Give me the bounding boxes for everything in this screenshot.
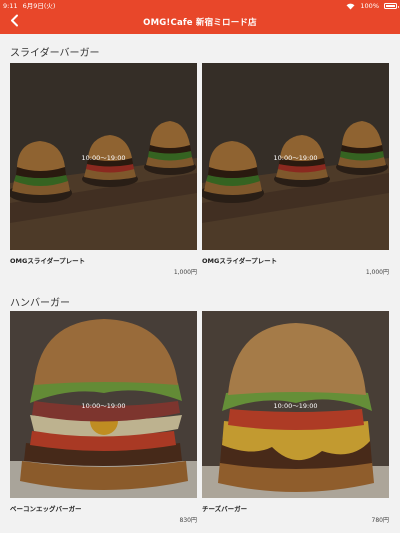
menu-item-price: 830円: [179, 517, 197, 524]
wifi-icon: [346, 3, 355, 10]
status-bar: 9:11 6月9日(火) 100%: [3, 1, 399, 11]
status-time: 9:11: [3, 2, 18, 10]
menu-item-hours: 10:00〜19:00: [273, 401, 318, 410]
menu-item-card[interactable]: 10:00〜19:00 チーズバーガー 780円: [202, 311, 389, 524]
chevron-left-icon: [10, 12, 19, 31]
menu-item-photo[interactable]: 10:00〜19:00: [202, 63, 389, 250]
status-date: 6月9日(火): [22, 2, 56, 10]
back-button[interactable]: [6, 13, 22, 30]
menu-item-hours: 10:00〜19:00: [81, 401, 126, 410]
battery-icon: [384, 3, 399, 9]
menu-item-card[interactable]: 10:00〜19:00 OMGスライダープレート 1,000円: [202, 63, 389, 276]
section-title-slider: スライダーバーガー: [10, 48, 100, 59]
menu-item-name: ベーコンエッグバーガー: [10, 505, 82, 513]
menu-item-price: 1,000円: [173, 269, 197, 276]
battery-percent: 100%: [360, 2, 379, 10]
menu-item-photo[interactable]: 10:00〜19:00: [10, 311, 197, 498]
menu-item-photo[interactable]: 10:00〜19:00: [10, 63, 197, 250]
menu-item-name: OMGスライダープレート: [202, 257, 278, 265]
nav-bar: OMG!Cafe 新宿ミロード店: [0, 11, 400, 32]
menu-item-hours: 10:00〜19:00: [273, 153, 318, 162]
menu-item-name: チーズバーガー: [202, 505, 248, 513]
app-header: 9:11 6月9日(火) 100% OMG!Cafe 新宿ミロード店: [0, 0, 400, 34]
page-title: OMG!Cafe 新宿ミロード店: [143, 17, 257, 28]
menu-item-name: OMGスライダープレート: [10, 257, 86, 265]
menu-item-price: 780円: [371, 517, 389, 524]
menu-item-hours: 10:00〜19:00: [81, 153, 126, 162]
menu-item-photo[interactable]: 10:00〜19:00: [202, 311, 389, 498]
menu-item-card[interactable]: 10:00〜19:00 ベーコンエッグバーガー 830円: [10, 311, 197, 524]
menu-item-card[interactable]: 10:00〜19:00 OMGスライダープレート 1,000円: [10, 63, 197, 276]
menu-item-price: 1,000円: [365, 269, 389, 276]
section-title-hamburger: ハンバーガー: [10, 298, 70, 309]
